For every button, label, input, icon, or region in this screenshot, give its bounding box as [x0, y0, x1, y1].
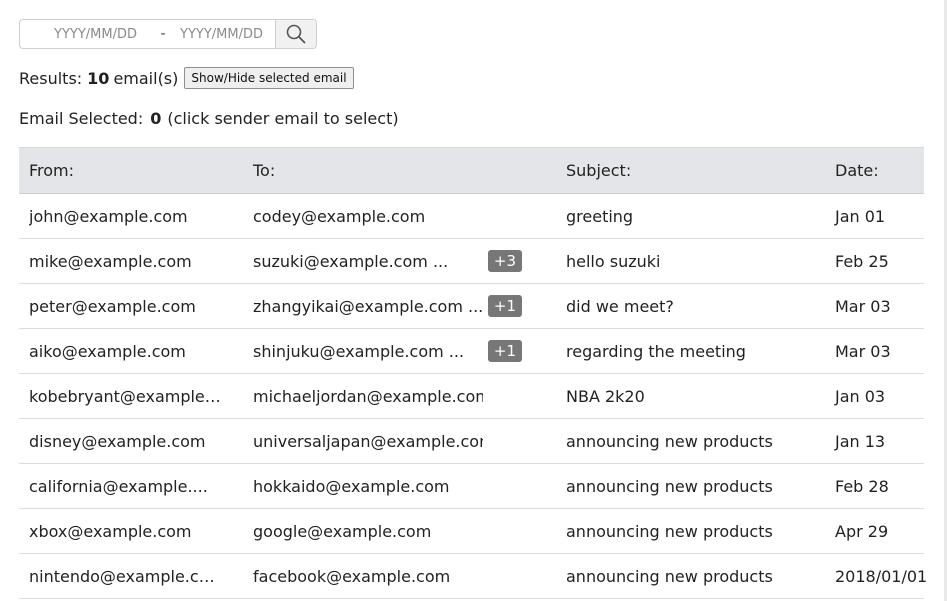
recipient-email: hokkaido@example.com [253, 476, 450, 496]
recipient-email: zhangyikai@example.com ... [253, 296, 483, 316]
header-date: Date: [825, 147, 924, 194]
email-subject: hello suzuki [556, 238, 825, 284]
email-date: Feb 28 [825, 463, 924, 509]
extra-recipients-badge[interactable]: +1 [487, 340, 522, 362]
email-subject: announcing new products [556, 463, 825, 509]
recipient-email: michaeljordan@example.com [253, 386, 483, 406]
header-to: To: [243, 147, 556, 194]
email-date: Jan 03 [825, 373, 924, 419]
selected-count: 0 [150, 108, 162, 128]
search-button[interactable] [275, 20, 316, 48]
date-range-search: - [19, 19, 317, 49]
email-date: Apr 29 [825, 508, 924, 554]
results-summary: Results: 10 email(s) Show/Hide selected … [19, 66, 354, 90]
recipient-email: facebook@example.com [253, 566, 451, 586]
email-date: Mar 03 [825, 283, 924, 329]
email-subject: announcing new products [556, 508, 825, 554]
header-from: From: [19, 147, 243, 194]
email-subject: regarding the meeting [556, 328, 825, 374]
end-date-input[interactable] [180, 20, 276, 48]
email-search-page: - Results: 10 email(s) Show/Hide selecte… [0, 0, 947, 601]
sender-email[interactable]: disney@example.com [29, 432, 223, 451]
recipient-email: google@example.com [253, 521, 432, 541]
start-date-input[interactable] [54, 20, 154, 48]
table-row: kobebryant@example.... michaeljordan@exa… [19, 373, 924, 419]
recipient-email: suzuki@example.com ... [253, 251, 449, 271]
table-row: nintendo@example.co... facebook@example.… [19, 553, 927, 599]
sender-email[interactable]: john@example.com [29, 207, 223, 226]
email-date: Mar 03 [825, 328, 924, 374]
table-row: mike@example.com suzuki@example.com ... +… [19, 238, 924, 284]
email-subject: did we meet? [556, 283, 825, 329]
results-label: Results: [19, 68, 83, 88]
table-row: aiko@example.com shinjuku@example.com ..… [19, 328, 924, 374]
table-row: john@example.com codey@example.com greet… [19, 193, 924, 239]
sender-email[interactable]: nintendo@example.co... [29, 567, 223, 586]
email-subject: greeting [556, 193, 825, 239]
results-count: 10 [87, 68, 110, 88]
date-range-separator: - [160, 26, 166, 42]
sender-email[interactable]: xbox@example.com [29, 522, 223, 541]
search-icon [286, 24, 306, 44]
extra-recipients-badge[interactable]: +3 [487, 250, 522, 272]
email-date: Jan 01 [825, 193, 924, 239]
sender-email[interactable]: peter@example.com [29, 297, 223, 316]
table-row: disney@example.com universaljapan@exampl… [19, 418, 924, 464]
recipient-email: codey@example.com [253, 206, 426, 226]
sender-email[interactable]: california@example.... [29, 477, 223, 496]
table-row: peter@example.com zhangyikai@example.com… [19, 283, 924, 329]
email-table: From: To: Subject: Date: john@example.co… [19, 147, 927, 599]
show-hide-selected-button[interactable]: Show/Hide selected email [184, 67, 354, 89]
sender-email[interactable]: kobebryant@example.... [29, 387, 223, 406]
selected-label: Email Selected: [19, 108, 144, 128]
extra-recipients-badge[interactable]: +1 [487, 295, 522, 317]
email-date: 2018/01/01 [825, 553, 927, 599]
header-subject: Subject: [556, 147, 825, 194]
email-date: Jan 13 [825, 418, 924, 464]
table-header-row: From: To: Subject: Date: [19, 147, 924, 194]
selection-summary: Email Selected: 0 (click sender email to… [19, 107, 399, 129]
selection-hint: (click sender email to select) [167, 108, 399, 128]
recipient-email: shinjuku@example.com ... [253, 341, 465, 361]
email-subject: announcing new products [556, 553, 825, 599]
email-date: Feb 25 [825, 238, 924, 284]
table-row: california@example.... hokkaido@example.… [19, 463, 924, 509]
results-unit: email(s) [113, 68, 179, 88]
sender-email[interactable]: mike@example.com [29, 252, 223, 271]
email-subject: announcing new products [556, 418, 825, 464]
table-row: xbox@example.com google@example.com anno… [19, 508, 924, 554]
recipient-email: universaljapan@example.com [253, 431, 483, 451]
email-subject: NBA 2k20 [556, 373, 825, 419]
sender-email[interactable]: aiko@example.com [29, 342, 223, 361]
